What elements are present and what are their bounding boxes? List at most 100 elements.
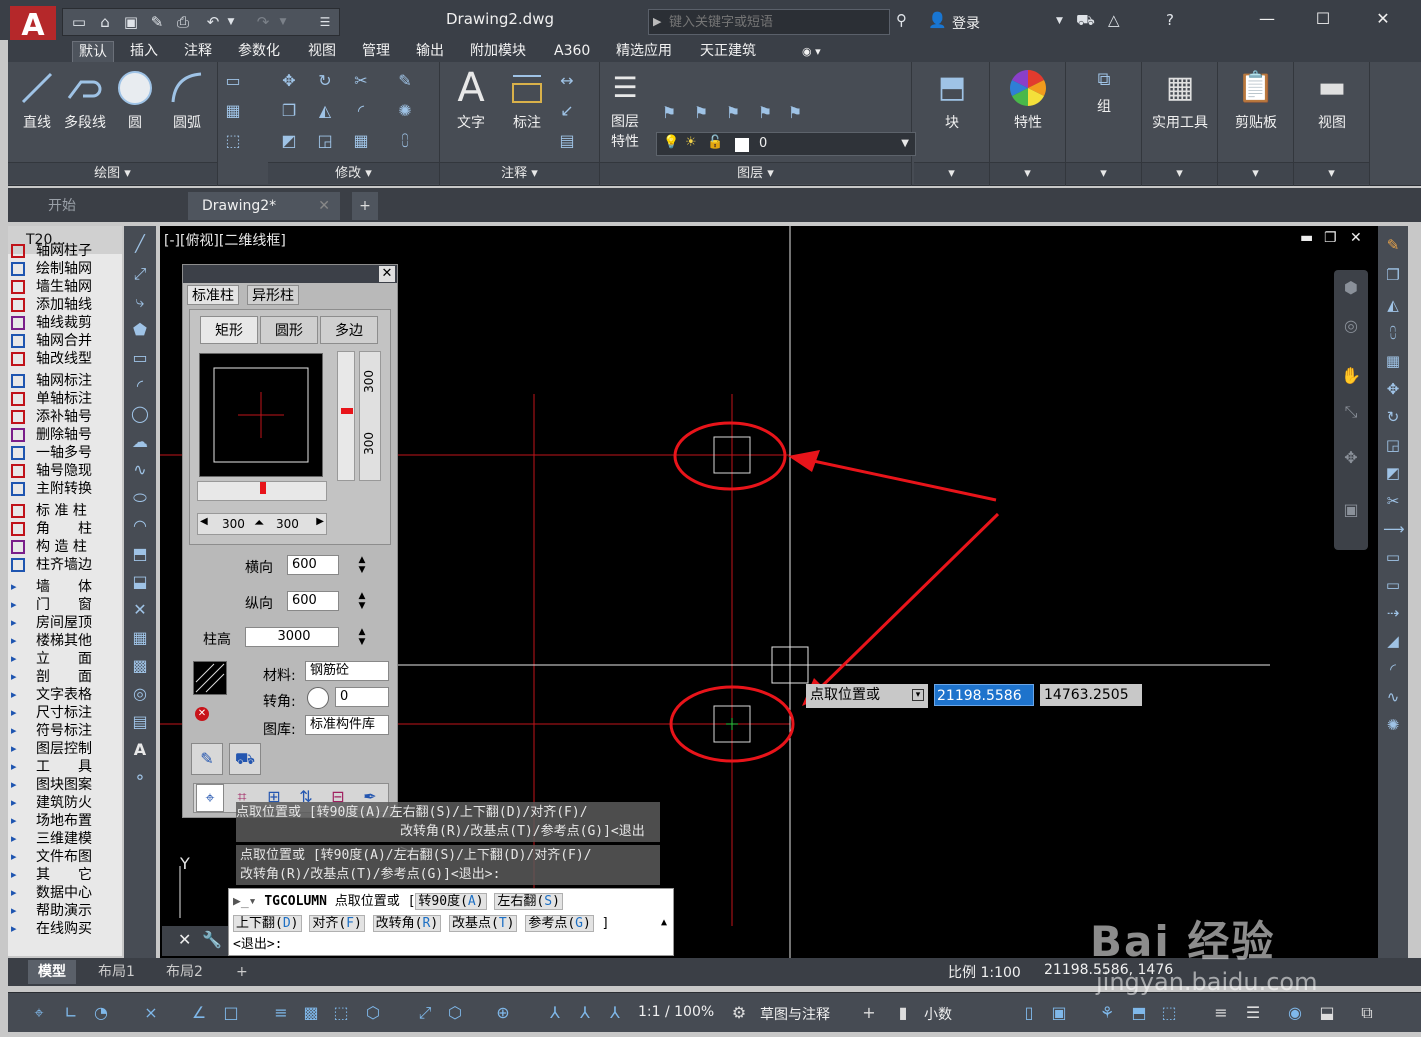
- search-box[interactable]: ▶: [648, 9, 890, 35]
- ribbon-minimize-icon[interactable]: ◉ ▾: [796, 41, 827, 62]
- t20-item-11[interactable]: 一轴多号: [8, 444, 122, 462]
- viewport-restore-icon[interactable]: ❐: [1324, 230, 1337, 246]
- layer-dropdown[interactable]: 💡 ☀ 🔓 0 ▼: [656, 132, 916, 156]
- construction-line-icon[interactable]: ⤢: [130, 264, 150, 284]
- panel-title-properties[interactable]: ▾: [990, 162, 1065, 184]
- make-block-icon[interactable]: ⬓: [130, 572, 150, 592]
- region-icon[interactable]: ⬚: [222, 130, 244, 152]
- linear-dim-icon[interactable]: ↔: [556, 70, 578, 92]
- t20-item-1[interactable]: 绘制轴网: [8, 260, 122, 278]
- command-line[interactable]: ▶_▾ TGCOLUMN 点取位置或 [转90度(A) 左右翻(S) 上下翻(D…: [228, 888, 674, 956]
- viewcube-icon[interactable]: ⬢: [1340, 278, 1362, 300]
- tab-annotate[interactable]: 注释: [178, 41, 218, 62]
- vertical-slider-thumb[interactable]: [341, 408, 353, 414]
- arc-icon[interactable]: ◜: [130, 376, 150, 396]
- vertical-spinner[interactable]: ▲ ▼: [355, 591, 369, 611]
- undo-dropdown-icon[interactable]: ▼: [221, 12, 241, 32]
- tab-polygon[interactable]: 多边: [320, 316, 378, 344]
- auto-scale-icon[interactable]: ⅄: [574, 1003, 596, 1025]
- rectangle-icon[interactable]: ▭: [130, 348, 150, 368]
- tab-layout2[interactable]: 布局2: [156, 960, 213, 984]
- tab-start[interactable]: 开始: [34, 192, 90, 220]
- vertical-offset-slider[interactable]: [337, 351, 355, 481]
- panel-title-annotation[interactable]: 注释 ▾: [440, 162, 599, 184]
- mirror-icon[interactable]: ◭: [1383, 296, 1403, 316]
- t20-item-31[interactable]: ▸ 场地布置: [8, 812, 122, 830]
- tab-manage[interactable]: 管理: [356, 41, 396, 62]
- dynamic-input-x[interactable]: 21198.5586: [934, 684, 1034, 706]
- t20-item-20[interactable]: ▸ 房间屋顶: [8, 614, 122, 632]
- tab-drawing2[interactable]: Drawing2* ✕: [188, 192, 340, 220]
- t20-item-9[interactable]: 添补轴号: [8, 408, 122, 426]
- break-point-icon[interactable]: ▭: [1383, 548, 1403, 568]
- layer-freeze-icon[interactable]: ⚑: [722, 102, 744, 124]
- dimension-tool[interactable]: 标注: [500, 68, 554, 132]
- tab-featured-apps[interactable]: 精选应用: [610, 41, 678, 62]
- option-align[interactable]: 对齐(F): [309, 915, 365, 932]
- t20-item-33[interactable]: ▸ 文件布图: [8, 848, 122, 866]
- ortho-icon[interactable]: ∟: [60, 1003, 82, 1025]
- t20-item-19[interactable]: ▸ 门 窗: [8, 596, 122, 614]
- tab-rectangle[interactable]: 矩形: [200, 316, 258, 344]
- line-icon[interactable]: ╱: [130, 234, 150, 254]
- viewport-close-icon[interactable]: ✕: [1350, 230, 1362, 246]
- redo-dropdown-icon[interactable]: ▼: [273, 12, 293, 32]
- t20-item-34[interactable]: ▸ 其 它: [8, 866, 122, 884]
- t20-item-27[interactable]: ▸ 图层控制: [8, 740, 122, 758]
- material-hatch-preview[interactable]: [193, 661, 227, 695]
- customize-qat-icon[interactable]: ☰: [315, 12, 335, 32]
- erase-icon[interactable]: ✎: [1383, 236, 1403, 256]
- horizontal-spinner[interactable]: ▲ ▼: [355, 555, 369, 575]
- tab-output[interactable]: 输出: [410, 41, 450, 62]
- height-spinner[interactable]: ▲ ▼: [355, 627, 369, 647]
- tab-a360[interactable]: A360: [548, 41, 596, 62]
- t20-item-24[interactable]: ▸ 文字表格: [8, 686, 122, 704]
- t20-item-7[interactable]: 轴网标注: [8, 372, 122, 390]
- panel-title-utilities[interactable]: ▾: [1142, 162, 1217, 184]
- group-tool[interactable]: ⧉ 组: [1077, 68, 1131, 116]
- tab-parametric[interactable]: 参数化: [232, 41, 286, 62]
- lineweight-icon[interactable]: ≡: [270, 1003, 292, 1025]
- t20-item-2[interactable]: 墙生轴网: [8, 278, 122, 296]
- add-layout-button[interactable]: +: [226, 960, 258, 984]
- chamfer-icon[interactable]: ◢: [1383, 632, 1403, 652]
- array-icon[interactable]: ▦: [1383, 352, 1403, 372]
- login-label[interactable]: 登录: [952, 13, 980, 33]
- layer-properties-tool[interactable]: ☰ 图层 特性: [602, 68, 648, 152]
- save-as-icon[interactable]: ✎: [147, 12, 167, 32]
- polyline-icon[interactable]: ⤷: [130, 292, 150, 312]
- a360-icon[interactable]: △: [1108, 11, 1120, 29]
- horizontal-slider-thumb[interactable]: [260, 482, 266, 494]
- explode-icon[interactable]: ✺: [394, 100, 416, 122]
- user-icon[interactable]: 👤: [928, 11, 947, 29]
- horizontal-offset-spinner[interactable]: ◀ 300 ⏶ 300 ▶: [197, 513, 327, 535]
- showmotion-icon[interactable]: ▣: [1340, 500, 1362, 522]
- new-file-icon[interactable]: ▭: [69, 12, 89, 32]
- move-icon[interactable]: ✥: [1383, 380, 1403, 400]
- table-icon[interactable]: ▤: [556, 130, 578, 152]
- plot-icon[interactable]: ⎙: [173, 12, 193, 32]
- t20-item-23[interactable]: ▸ 剖 面: [8, 668, 122, 686]
- insert-block-icon[interactable]: ⬒: [130, 544, 150, 564]
- option-flip-ud[interactable]: 上下翻(D): [233, 915, 302, 932]
- option-rotate90[interactable]: 转90度(A): [415, 893, 487, 910]
- explode-icon[interactable]: ✺: [1383, 716, 1403, 736]
- t20-item-12[interactable]: 轴号隐现: [8, 462, 122, 480]
- viewport-minimize-icon[interactable]: ▬: [1300, 230, 1313, 246]
- t20-item-14[interactable]: 标 准 柱: [8, 502, 122, 520]
- t20-item-13[interactable]: 主附转换: [8, 480, 122, 498]
- pan-hand-icon[interactable]: ✋: [1340, 366, 1362, 388]
- tab-insert[interactable]: 插入: [124, 41, 164, 62]
- trim-icon[interactable]: ✂: [1383, 492, 1403, 512]
- panel-title-modify[interactable]: 修改 ▾: [268, 162, 439, 184]
- panel-title-layers[interactable]: 图层 ▾: [600, 162, 911, 184]
- t20-item-10[interactable]: 删除轴号: [8, 426, 122, 444]
- t20-item-0[interactable]: 轴网柱子: [8, 242, 122, 260]
- panel-title-view[interactable]: ▾: [1294, 162, 1369, 184]
- dynamic-input-y[interactable]: 14763.2505: [1040, 684, 1142, 706]
- polyline-tool[interactable]: 多段线: [58, 68, 112, 132]
- rectangle-icon[interactable]: ▭: [222, 70, 244, 92]
- rotate-icon[interactable]: ↻: [314, 70, 336, 92]
- array-icon[interactable]: ▦: [350, 130, 372, 152]
- stretch-icon[interactable]: ◩: [278, 130, 300, 152]
